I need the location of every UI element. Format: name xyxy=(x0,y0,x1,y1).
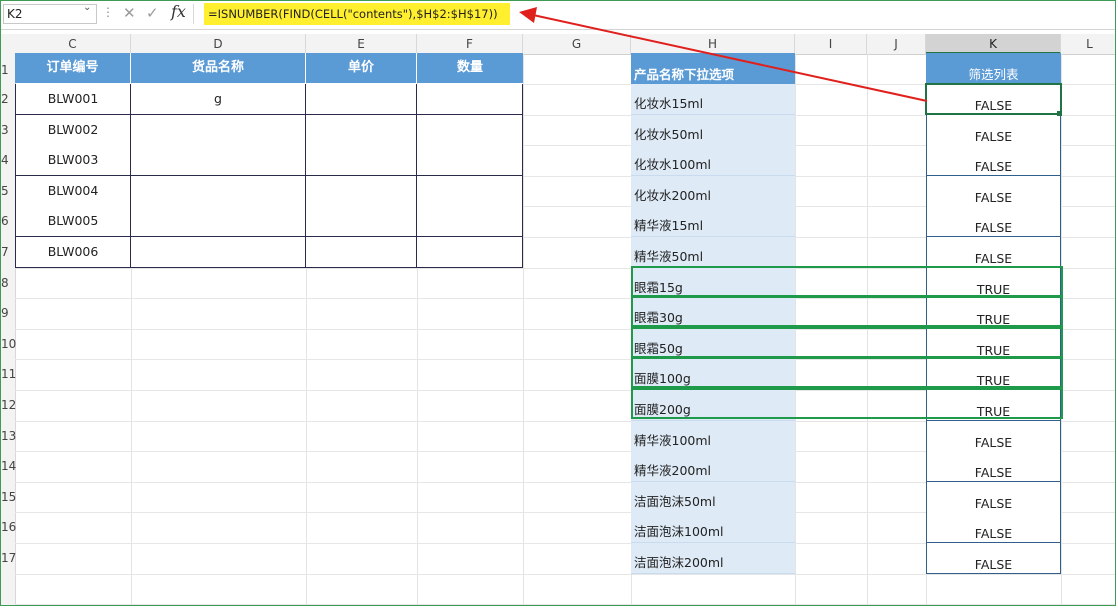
arrow-head xyxy=(519,7,537,23)
annotation-arrow xyxy=(519,7,928,102)
arrow-line xyxy=(532,14,928,102)
spreadsheet-window: K2 ⌄ ⋮ ✕ ✓ fx =ISNUMBER(FIND(CELL("conte… xyxy=(0,0,1116,606)
